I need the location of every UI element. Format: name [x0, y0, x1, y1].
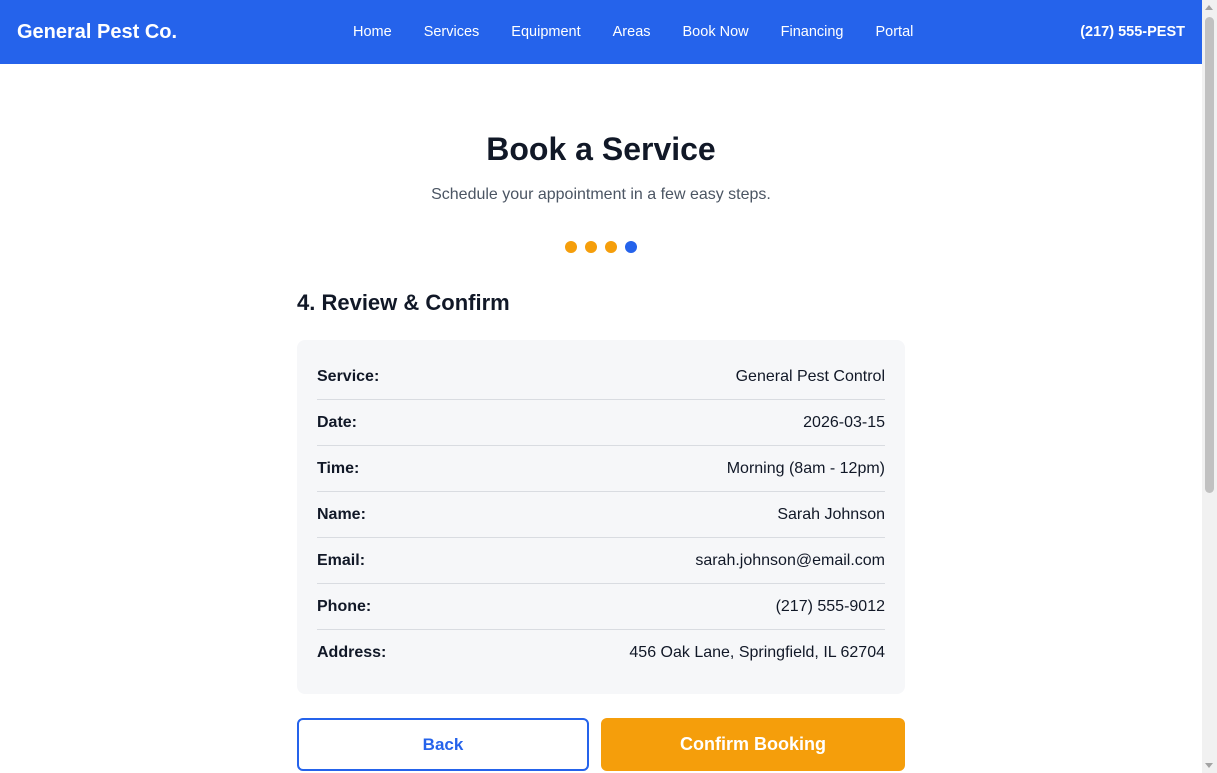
- step-dot-4: [625, 241, 637, 253]
- summary-row-email: Email: sarah.johnson@email.com: [317, 538, 885, 584]
- summary-row-phone: Phone: (217) 555-9012: [317, 584, 885, 630]
- summary-value: 456 Oak Lane, Springfield, IL 62704: [629, 643, 885, 661]
- summary-row-time: Time: Morning (8am - 12pm): [317, 446, 885, 492]
- summary-value: (217) 555-9012: [775, 597, 885, 615]
- scroll-up-arrow-icon[interactable]: [1205, 5, 1213, 10]
- nav-portal[interactable]: Portal: [859, 22, 929, 42]
- summary-label: Service:: [317, 367, 380, 385]
- summary-row-name: Name: Sarah Johnson: [317, 492, 885, 538]
- page-subtitle: Schedule your appointment in a few easy …: [431, 186, 771, 203]
- summary-value: Sarah Johnson: [777, 505, 885, 523]
- page-title: Book a Service: [486, 131, 716, 167]
- summary-value: 2026-03-15: [803, 413, 885, 431]
- nav-home[interactable]: Home: [337, 22, 408, 42]
- step-dot-1: [565, 241, 577, 253]
- scrollbar-thumb[interactable]: [1205, 17, 1214, 493]
- vertical-scrollbar[interactable]: [1202, 0, 1217, 773]
- site-header: General Pest Co. Home Services Equipment…: [0, 0, 1202, 64]
- back-button[interactable]: Back: [297, 718, 589, 771]
- page: General Pest Co. Home Services Equipment…: [0, 0, 1202, 773]
- nav-equipment[interactable]: Equipment: [495, 22, 596, 42]
- nav-book-now[interactable]: Book Now: [667, 22, 765, 42]
- summary-label: Address:: [317, 643, 387, 661]
- nav-financing[interactable]: Financing: [765, 22, 860, 42]
- summary-row-service: Service: General Pest Control: [317, 354, 885, 400]
- summary-label: Time:: [317, 459, 360, 477]
- header-phone-link[interactable]: (217) 555-PEST: [1080, 22, 1185, 42]
- booking-summary: Service: General Pest Control Date: 2026…: [297, 340, 905, 694]
- step-progress: [565, 241, 637, 253]
- scroll-down-arrow-icon[interactable]: [1205, 763, 1213, 768]
- step-dot-3: [605, 241, 617, 253]
- main-nav: Home Services Equipment Areas Book Now F…: [337, 22, 929, 42]
- summary-row-date: Date: 2026-03-15: [317, 400, 885, 446]
- summary-value: General Pest Control: [735, 367, 885, 385]
- summary-label: Date:: [317, 413, 358, 431]
- step-dot-2: [585, 241, 597, 253]
- summary-value: Morning (8am - 12pm): [726, 459, 885, 477]
- summary-row-address: Address: 456 Oak Lane, Springfield, IL 6…: [317, 630, 885, 675]
- summary-value: sarah.johnson@email.com: [695, 551, 885, 569]
- step-heading: 4. Review & Confirm: [297, 290, 510, 315]
- brand-logo[interactable]: General Pest Co.: [17, 19, 177, 45]
- summary-label: Phone:: [317, 597, 372, 615]
- nav-areas[interactable]: Areas: [597, 22, 667, 42]
- summary-label: Name:: [317, 505, 366, 523]
- confirm-booking-button[interactable]: Confirm Booking: [601, 718, 905, 771]
- nav-services[interactable]: Services: [408, 22, 496, 42]
- summary-label: Email:: [317, 551, 366, 569]
